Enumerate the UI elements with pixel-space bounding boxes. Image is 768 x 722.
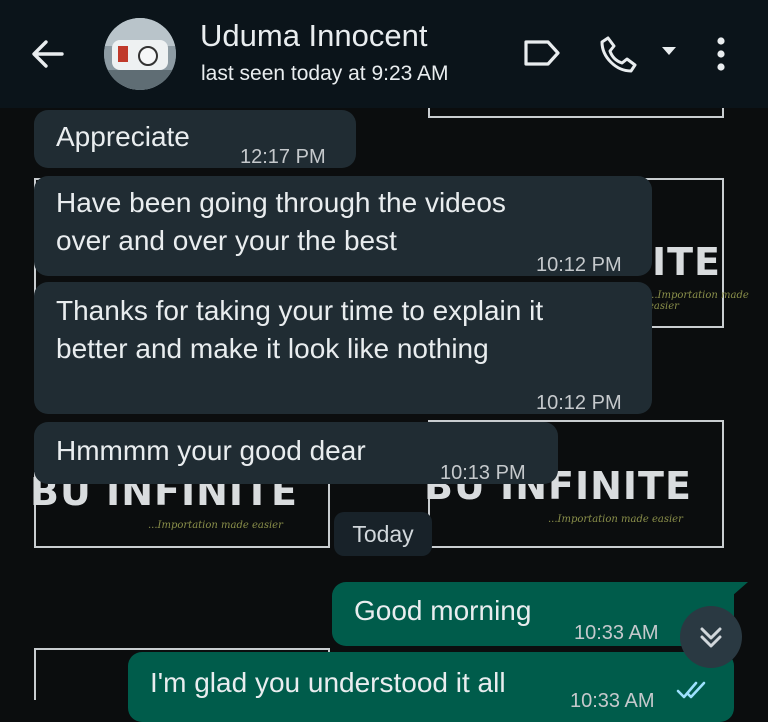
bubble-tail: [732, 582, 748, 596]
message-text: Appreciate: [56, 121, 190, 152]
scroll-to-bottom-button[interactable]: [680, 606, 742, 668]
message-bubble-incoming[interactable]: Appreciate 12:17 PM: [34, 110, 356, 168]
wallpaper-tagline: ...Importation made easier: [548, 514, 683, 525]
avatar[interactable]: [104, 18, 176, 90]
wallpaper-tagline: ...Importation made easier: [148, 520, 283, 531]
message-text: Good morning: [354, 595, 532, 626]
avatar-image: [104, 18, 176, 90]
message-bubble-incoming[interactable]: Hmmmm your good dear 10:13 PM: [34, 422, 558, 484]
date-divider: Today: [334, 512, 432, 556]
message-text-line: better and make it look like nothing: [56, 333, 489, 364]
double-chevron-down-icon: [700, 627, 722, 648]
message-text-line: over and over your the best: [56, 225, 397, 256]
message-text: Hmmmm your good dear: [56, 435, 366, 466]
back-arrow-icon[interactable]: [30, 36, 66, 72]
chat-header: Uduma Innocent last seen today at 9:23 A…: [0, 0, 768, 108]
message-bubble-outgoing[interactable]: Good morning 10:33 AM: [332, 582, 734, 646]
message-text-line: Thanks for taking your time to explain i…: [56, 295, 544, 326]
message-time: 10:33 AM: [574, 622, 659, 644]
message-time: 10:33 AM: [570, 690, 655, 712]
message-bubble-outgoing[interactable]: I'm glad you understood it all 10:33 AM: [128, 652, 734, 722]
message-time: 10:13 PM: [440, 462, 526, 484]
message-bubble-incoming[interactable]: Thanks for taking your time to explain i…: [34, 282, 652, 414]
message-text: I'm glad you understood it all: [150, 667, 506, 698]
dropdown-caret-icon[interactable]: [660, 44, 678, 58]
contact-name[interactable]: Uduma Innocent: [200, 18, 427, 54]
message-time: 10:12 PM: [536, 254, 622, 276]
wallpaper-logo-text: ITE: [652, 240, 722, 284]
label-tag-icon[interactable]: [522, 36, 562, 70]
more-vert-icon[interactable]: [714, 36, 728, 74]
wallpaper-tagline: ...Importation made easier: [648, 290, 749, 312]
message-time: 12:17 PM: [240, 146, 326, 168]
phone-call-icon[interactable]: [598, 34, 638, 74]
message-bubble-incoming[interactable]: Have been going through the videos over …: [34, 176, 652, 276]
last-seen-status: last seen today at 9:23 AM: [201, 62, 449, 85]
message-text-line: Have been going through the videos: [56, 187, 506, 218]
read-receipt-icon: [676, 681, 706, 699]
message-time: 10:12 PM: [536, 392, 622, 414]
